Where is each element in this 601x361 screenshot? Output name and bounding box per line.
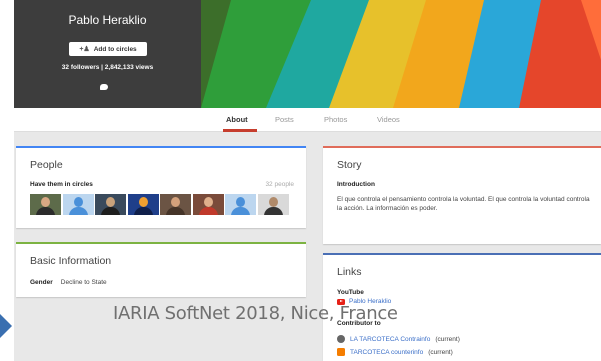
avatar[interactable] xyxy=(160,194,191,215)
site-icon xyxy=(337,335,345,343)
contributor-link[interactable]: TARCOTECA counterinfo xyxy=(350,349,423,356)
profile-box: Pablo Heraklio +♟ Add to circles 32 foll… xyxy=(14,0,201,108)
avatar[interactable] xyxy=(95,194,126,215)
cover-photo xyxy=(201,0,601,108)
profile-name: Pablo Heraklio xyxy=(68,13,147,27)
blogger-icon xyxy=(337,348,345,356)
profile-tabs: About Posts Photos Videos xyxy=(14,108,601,132)
gender-row: Gender Decline to State xyxy=(30,279,107,286)
people-title: People xyxy=(30,159,63,171)
contributor-item: LA TARCOTECA Contrainfo (current) xyxy=(337,335,460,343)
avatar-row xyxy=(30,194,289,215)
contributor-status: (current) xyxy=(435,335,460,343)
contributor-status: (current) xyxy=(428,348,453,356)
basic-info-title: Basic Information xyxy=(30,255,112,267)
people-subtitle: Have them in circles xyxy=(30,181,93,188)
profile-header: Pablo Heraklio +♟ Add to circles 32 foll… xyxy=(14,0,601,108)
avatar[interactable] xyxy=(257,194,289,215)
avatar[interactable] xyxy=(225,194,256,215)
tab-videos[interactable]: Videos xyxy=(377,115,400,124)
comment-bubble-icon[interactable] xyxy=(100,84,108,90)
avatar[interactable] xyxy=(127,194,159,215)
add-to-circles-button[interactable]: +♟ Add to circles xyxy=(69,42,147,56)
tab-photos[interactable]: Photos xyxy=(324,115,347,124)
tab-posts[interactable]: Posts xyxy=(275,115,294,124)
story-card: Story Introduction El que controla el pe… xyxy=(323,146,601,244)
colored-pencils-image xyxy=(201,0,601,108)
avatar[interactable] xyxy=(62,194,94,215)
followers-count: 32 followers | 2,842,133 views xyxy=(61,64,154,71)
people-card: People Have them in circles 32 people xyxy=(16,146,306,228)
gender-value: Decline to State xyxy=(60,279,107,286)
people-count: 32 people xyxy=(265,181,294,188)
contributor-item: TARCOTECA counterinfo (current) xyxy=(337,348,453,356)
story-subtitle: Introduction xyxy=(337,181,375,188)
add-person-icon: +♟ xyxy=(79,46,90,53)
avatar[interactable] xyxy=(30,194,61,215)
slide-arrow-decoration xyxy=(0,314,12,338)
story-text: El que controla el pensamiento controla … xyxy=(337,196,590,212)
youtube-label: YouTube xyxy=(337,289,364,296)
add-to-circles-label: Add to circles xyxy=(93,45,137,53)
tab-about[interactable]: About xyxy=(226,115,248,124)
links-title: Links xyxy=(337,266,362,278)
contributor-link[interactable]: LA TARCOTECA Contrainfo xyxy=(350,336,430,343)
avatar[interactable] xyxy=(192,194,224,215)
slide-caption: IARIA SoftNet 2018, Nice, France xyxy=(113,303,398,324)
basic-information-card: Basic Information Gender Decline to State xyxy=(16,242,306,297)
active-tab-indicator xyxy=(223,129,257,132)
gender-label: Gender xyxy=(30,279,53,286)
story-title: Story xyxy=(337,159,362,171)
